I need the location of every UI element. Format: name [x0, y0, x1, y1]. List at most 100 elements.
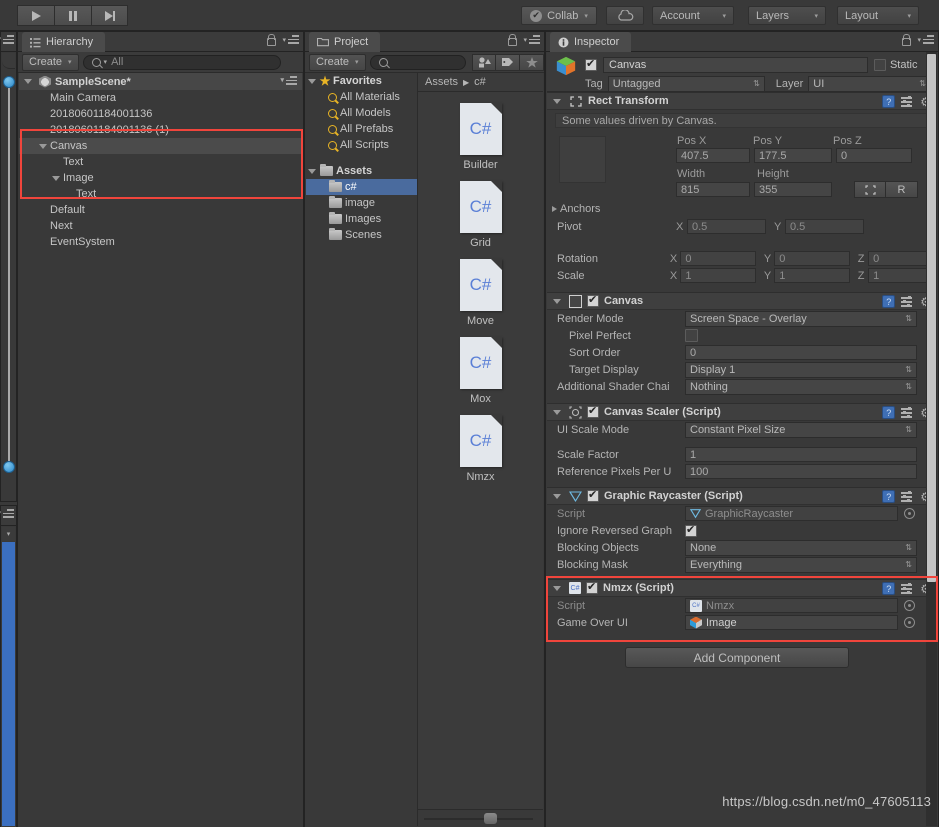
favorite-all-models[interactable]: All Models [306, 105, 417, 121]
add-component-button[interactable]: Add Component [625, 647, 849, 668]
breadcrumb-current[interactable]: c# [474, 76, 486, 88]
asset-item[interactable]: C# Builder [418, 103, 543, 171]
object-picker-icon[interactable] [904, 617, 915, 628]
shader-channels-dropdown[interactable]: Nothing ⇅ [685, 378, 917, 395]
list-item-image[interactable]: Image [19, 170, 302, 186]
filter-by-type-icon[interactable] [472, 53, 496, 71]
asset-item[interactable]: C# Nmzx [418, 415, 543, 483]
assets-group[interactable]: Assets [306, 163, 417, 179]
slider-knob[interactable] [484, 813, 497, 824]
pivot-x-input[interactable]: 0.5 [687, 219, 766, 234]
target-display-dropdown[interactable]: Display 1 ⇅ [685, 361, 917, 378]
tab-hierarchy[interactable]: Hierarchy [22, 32, 106, 52]
scale-y-input[interactable]: 1 [774, 268, 850, 283]
rotation-y-input[interactable]: 0 [774, 251, 850, 266]
list-item[interactable]: Default [19, 202, 302, 218]
pos-x-input[interactable]: 407.5 [676, 148, 750, 163]
reference-pixels-input[interactable]: 100 [685, 464, 917, 479]
canvas-enabled-checkbox[interactable] [587, 293, 599, 307]
layer-dropdown[interactable]: UI ⇅ [808, 76, 931, 92]
list-item[interactable]: 20180601184001136 [19, 106, 302, 122]
layers-button[interactable]: Layers ▾ [748, 6, 826, 25]
nmzx-script-object-field[interactable]: C# Nmzx [685, 598, 898, 613]
breadcrumb-assets[interactable]: Assets [425, 76, 458, 88]
favorites-group[interactable]: ★ Favorites [306, 73, 417, 89]
chevron-down-icon[interactable] [553, 98, 561, 104]
ignore-reversed-checkbox[interactable] [685, 523, 697, 537]
scale-x-input[interactable]: 1 [680, 268, 756, 283]
pos-z-input[interactable]: 0 [836, 148, 912, 163]
scene-context-menu-icon[interactable]: ▾ [280, 76, 297, 85]
asset-item[interactable]: C# Move [418, 259, 543, 327]
folder-item-images[interactable]: Images [306, 211, 417, 227]
filter-by-label-icon[interactable] [496, 53, 520, 71]
chevron-down-icon[interactable] [553, 585, 561, 591]
pos-y-input[interactable]: 177.5 [754, 148, 832, 163]
sort-order-input[interactable]: 0 [685, 345, 917, 360]
pivot-y-input[interactable]: 0.5 [785, 219, 864, 234]
height-input[interactable]: 355 [754, 182, 832, 197]
preset-icon[interactable] [901, 406, 914, 419]
chevron-down-icon[interactable] [553, 298, 561, 304]
project-search-input[interactable] [369, 54, 466, 70]
list-item[interactable]: Main Camera [19, 90, 302, 106]
scene-zoom-slider[interactable] [8, 80, 10, 469]
component-header-canvas-scaler[interactable]: Canvas Scaler (Script) ? ⚙ [547, 403, 937, 421]
blueprint-mode-button[interactable] [854, 181, 886, 198]
blocking-objects-dropdown[interactable]: None ⇅ [685, 539, 917, 556]
object-picker-icon[interactable] [904, 508, 915, 519]
chevron-down-icon[interactable] [308, 78, 316, 84]
list-item[interactable]: EventSystem [19, 234, 302, 250]
list-item[interactable]: Next [19, 218, 302, 234]
game-over-ui-object-field[interactable]: Image [685, 615, 898, 630]
chevron-down-icon[interactable] [308, 168, 316, 174]
folder-item-image[interactable]: image [306, 195, 417, 211]
chevron-down-icon[interactable] [553, 493, 561, 499]
cloud-button[interactable] [606, 6, 644, 25]
pause-button[interactable] [54, 5, 91, 26]
game-menu-icon[interactable]: ▾ [0, 509, 14, 518]
slider-knob-top[interactable] [3, 76, 15, 88]
ui-scale-mode-dropdown[interactable]: Constant Pixel Size ⇅ [685, 421, 917, 438]
help-icon[interactable]: ? [882, 95, 896, 108]
pixel-perfect-checkbox[interactable] [685, 329, 698, 342]
list-item[interactable]: 20180601184001136 (1) [19, 122, 302, 138]
asset-item[interactable]: C# Mox [418, 337, 543, 405]
static-toggle[interactable]: Static ▾ [873, 58, 931, 71]
preset-icon[interactable] [901, 295, 914, 308]
anchor-preset-preview[interactable] [559, 136, 606, 183]
script-object-field[interactable]: GraphicRaycaster [685, 506, 898, 521]
slider-knob-bottom[interactable] [3, 461, 15, 473]
nmzx-enabled-checkbox[interactable] [586, 580, 598, 594]
tab-project[interactable]: Project [309, 32, 381, 52]
preset-icon[interactable] [901, 582, 914, 595]
layout-button[interactable]: Layout ▾ [837, 6, 919, 25]
list-item-canvas[interactable]: Canvas [19, 138, 302, 154]
help-icon[interactable]: ? [882, 406, 896, 419]
inspector-scrollbar[interactable] [926, 52, 937, 826]
rotation-x-input[interactable]: 0 [680, 251, 756, 266]
scene-root-row[interactable]: SampleScene* ▾ [19, 73, 302, 90]
account-button[interactable]: Account ▾ [652, 6, 734, 25]
favorite-all-scripts[interactable]: All Scripts [306, 137, 417, 153]
project-create-button[interactable]: Create ▾ [309, 53, 366, 71]
hierarchy-menu-icon[interactable]: ▾ [282, 35, 299, 44]
help-icon[interactable]: ? [882, 582, 896, 595]
object-picker-icon[interactable] [904, 600, 915, 611]
asset-item[interactable]: C# Grid [418, 181, 543, 249]
chevron-down-icon[interactable] [52, 175, 60, 181]
chevron-down-icon[interactable] [24, 79, 32, 84]
folder-item-csharp[interactable]: c# [306, 179, 417, 195]
blocking-mask-dropdown[interactable]: Everything ⇅ [685, 556, 917, 573]
help-icon[interactable]: ? [882, 490, 896, 503]
list-item[interactable]: Text [19, 186, 302, 202]
render-mode-dropdown[interactable]: Screen Space - Overlay ⇅ [685, 310, 917, 327]
collab-button[interactable]: ✔ Collab ▾ [521, 6, 597, 25]
preset-icon[interactable] [901, 95, 914, 108]
tag-dropdown[interactable]: Untagged ⇅ [607, 76, 765, 92]
graphic-raycaster-enabled-checkbox[interactable] [587, 488, 599, 502]
help-icon[interactable]: ? [882, 295, 896, 308]
chevron-down-icon[interactable] [39, 143, 47, 149]
tab-inspector[interactable]: Inspector [550, 32, 632, 52]
hierarchy-search-input[interactable]: ▾ All [82, 54, 281, 70]
